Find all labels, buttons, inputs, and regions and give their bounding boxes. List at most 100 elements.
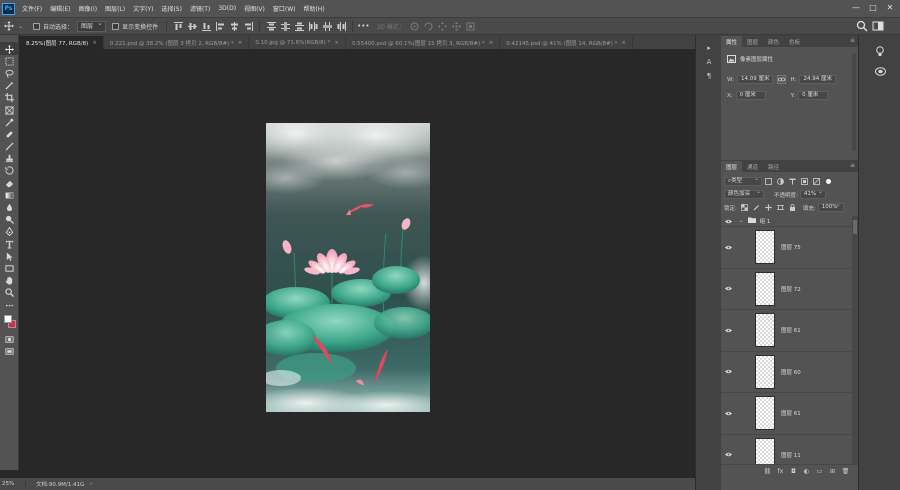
menu-type[interactable]: 文字(Y)	[129, 4, 157, 13]
lock-transparent-icon[interactable]	[741, 204, 749, 212]
blur-tool-icon[interactable]	[0, 201, 19, 213]
tab-close-icon[interactable]: ×	[489, 40, 494, 46]
search-icon[interactable]	[856, 20, 868, 32]
distribute-vcenter-icon[interactable]	[279, 21, 291, 32]
rectangle-tool-icon[interactable]	[0, 262, 19, 274]
layer-row[interactable]: 图层 61	[721, 393, 852, 435]
gradient-tool-icon[interactable]	[0, 189, 19, 201]
filter-shape-icon[interactable]	[800, 178, 808, 186]
marquee-tool-icon[interactable]	[0, 55, 19, 67]
layer-row[interactable]: 图层 60	[721, 352, 852, 393]
menu-3d[interactable]: 3D(D)	[214, 5, 240, 12]
auto-select-checkbox[interactable]	[33, 22, 41, 30]
menu-edit[interactable]: 编辑(E)	[46, 4, 74, 13]
tab-close-icon[interactable]: ×	[92, 40, 97, 46]
move-tool-preset-icon[interactable]	[3, 20, 15, 32]
height-field[interactable]: 24.94 厘米	[799, 75, 836, 84]
align-hcenter-icon[interactable]	[228, 21, 240, 32]
workspace-switcher-icon[interactable]	[872, 20, 884, 32]
distribute-left-icon[interactable]	[307, 21, 319, 32]
lock-all-icon[interactable]	[789, 204, 797, 212]
tab-channels[interactable]: 通道	[742, 161, 763, 172]
filter-toggle-icon[interactable]	[824, 178, 832, 186]
panel-menu-icon[interactable]: ≡	[850, 37, 855, 44]
distribute-top-icon[interactable]	[265, 21, 277, 32]
filter-pixel-icon[interactable]	[764, 178, 772, 186]
align-top-icon[interactable]	[172, 21, 184, 32]
lasso-tool-icon[interactable]	[0, 67, 19, 79]
document-tab[interactable]: 0.10.jpg @ 71.6%(RGB/8) * ×	[249, 36, 346, 49]
menu-filter[interactable]: 滤镜(T)	[186, 4, 214, 13]
libraries-icon[interactable]	[859, 61, 900, 81]
visibility-eye-icon[interactable]	[721, 369, 735, 374]
layer-row[interactable]: 图层 11	[721, 435, 852, 464]
link-dimensions-icon[interactable]	[777, 75, 787, 84]
align-left-icon[interactable]	[214, 21, 226, 32]
status-menu-arrow-icon[interactable]: ›	[90, 481, 92, 487]
menu-window[interactable]: 窗口(W)	[269, 4, 300, 13]
zoom-level[interactable]: 25%	[0, 481, 26, 487]
menu-help[interactable]: 帮助(H)	[300, 4, 329, 13]
menu-file[interactable]: 文件(F)	[18, 4, 46, 13]
menu-layer[interactable]: 图层(L)	[101, 4, 129, 13]
distribute-hcenter-icon[interactable]	[321, 21, 333, 32]
tab-close-icon[interactable]: ×	[621, 40, 626, 46]
filter-adjustment-icon[interactable]	[776, 178, 784, 186]
fill-field[interactable]: 100%	[817, 201, 844, 212]
y-field[interactable]: 0 厘米	[798, 91, 829, 100]
align-vcenter-icon[interactable]	[186, 21, 198, 32]
distribute-bottom-icon[interactable]	[293, 21, 305, 32]
link-layers-icon[interactable]: ⛓	[763, 467, 772, 476]
group-row[interactable]: ⌄ 组 1	[721, 216, 852, 227]
3d-pan-icon[interactable]	[437, 21, 449, 32]
visibility-eye-icon[interactable]	[721, 411, 735, 416]
visibility-eye-icon[interactable]	[721, 452, 735, 457]
delete-layer-icon[interactable]: 🗑	[841, 467, 850, 476]
hand-tool-icon[interactable]	[0, 275, 19, 287]
visibility-eye-icon[interactable]	[721, 245, 735, 250]
add-mask-icon[interactable]: ◘	[789, 467, 798, 476]
blend-mode-dropdown[interactable]: 颜色加深	[724, 188, 764, 199]
lock-position-icon[interactable]	[765, 204, 773, 212]
menu-view[interactable]: 视图(V)	[240, 4, 269, 13]
magic-wand-tool-icon[interactable]	[0, 80, 19, 92]
lock-artboard-icon[interactable]	[777, 204, 785, 212]
group-expand-chevron-icon[interactable]: ⌄	[739, 218, 744, 224]
3d-orbit-icon[interactable]	[409, 21, 421, 32]
document-artwork-image[interactable]	[266, 123, 430, 412]
opacity-field[interactable]: 41%	[799, 188, 826, 199]
type-tool-icon[interactable]	[0, 238, 19, 250]
distribute-right-icon[interactable]	[335, 21, 347, 32]
menu-select[interactable]: 选择(S)	[157, 4, 186, 13]
history-panel-icon[interactable]: ▸	[696, 41, 722, 55]
frame-tool-icon[interactable]	[0, 104, 19, 116]
auto-select-dropdown[interactable]: 图层	[77, 19, 107, 32]
visibility-eye-icon[interactable]	[721, 328, 735, 333]
eraser-tool-icon[interactable]	[0, 177, 19, 189]
filter-type-icon[interactable]	[788, 178, 796, 186]
layer-row[interactable]: 图层 75	[721, 227, 852, 269]
pen-tool-icon[interactable]	[0, 226, 19, 238]
panel-grip[interactable]	[0, 35, 18, 43]
3d-roll-icon[interactable]	[423, 21, 435, 32]
x-field[interactable]: 0 厘米	[735, 91, 766, 100]
character-panel-icon[interactable]: A	[696, 55, 722, 69]
healing-brush-tool-icon[interactable]	[0, 128, 19, 140]
screen-mode-icon[interactable]	[0, 345, 19, 357]
eyedropper-tool-icon[interactable]	[0, 116, 19, 128]
tab-color[interactable]: 颜色	[763, 36, 784, 47]
properties-scrollbar[interactable]	[852, 53, 856, 151]
quick-mask-icon[interactable]	[0, 333, 19, 345]
lock-pixels-icon[interactable]	[753, 204, 761, 212]
show-transform-checkbox[interactable]	[112, 22, 120, 30]
layer-row[interactable]: 图层 72	[721, 269, 852, 310]
panel-menu-icon[interactable]: ≡	[850, 162, 855, 169]
adjustment-layer-icon[interactable]: ◐	[802, 467, 811, 476]
edit-toolbar-icon[interactable]	[0, 299, 19, 311]
document-tab[interactable]: 0.55400.psd @ 60.1%(图层 15 拷贝 3, RGB/8#) …	[345, 36, 501, 49]
document-tab[interactable]: 8.25%(图层 77, RGB/8) ×	[20, 36, 104, 49]
tab-layers-short[interactable]: 图层	[742, 36, 763, 47]
clone-stamp-tool-icon[interactable]	[0, 153, 19, 165]
layer-row[interactable]: 图层 61	[721, 310, 852, 352]
path-selection-tool-icon[interactable]	[0, 250, 19, 262]
